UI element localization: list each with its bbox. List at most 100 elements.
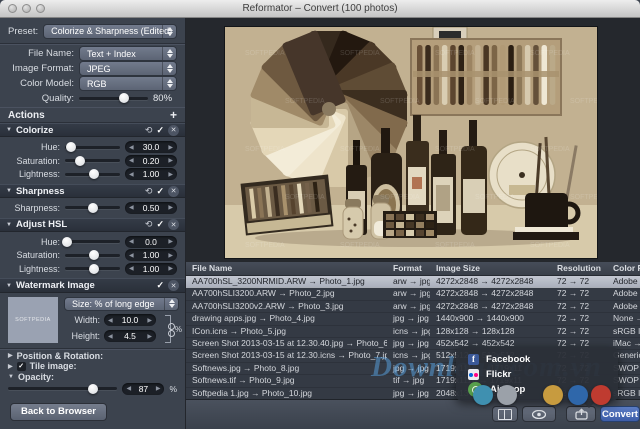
compare-view-button[interactable] [492, 406, 518, 422]
column-header[interactable]: Format [387, 262, 430, 275]
remove-icon[interactable]: ✕ [168, 280, 179, 291]
hsl-hue-stepper[interactable]: ◀0.0▶ [125, 236, 177, 248]
table-row[interactable]: drawing apps.jpg → Photo_4.jpgjpg → jpg1… [186, 313, 640, 325]
height-stepper[interactable]: ◀4.5▶ [104, 330, 156, 342]
reset-icon[interactable]: ⟲ [145, 187, 153, 196]
color-dot[interactable] [497, 385, 517, 405]
position-rotation-row[interactable]: ▶ Position & Rotation: [0, 351, 185, 361]
color-model-dropdown[interactable]: RGB [79, 76, 177, 91]
table-row[interactable]: AA700hSL_3200NRMID.ARW → Photo_1.jpgarw … [186, 276, 640, 288]
svg-text:SOFTPEDIA: SOFTPEDIA [340, 146, 380, 153]
hue-stepper[interactable]: ◀30.0▶ [125, 141, 177, 153]
disclosure-icon: ▶ [8, 363, 13, 370]
check-icon[interactable]: ✓ [156, 280, 164, 291]
table-cell: arw → jpg [387, 276, 430, 287]
table-cell: None → [607, 313, 640, 324]
opacity-unit: % [169, 384, 177, 394]
window-title: Reformator – Convert (100 photos) [242, 3, 397, 14]
image-format-dropdown[interactable]: JPEG [79, 61, 177, 76]
size-mode-dropdown[interactable]: Size: % of long edge [64, 297, 179, 311]
color-dot[interactable] [473, 385, 493, 405]
minimize-button[interactable] [22, 4, 31, 13]
hsl-hue-slider[interactable] [65, 240, 120, 243]
check-icon[interactable]: ✓ [156, 125, 164, 136]
color-dot[interactable] [591, 385, 611, 405]
table-row[interactable]: AA700hSLI3200v2.ARW → Photo_3.jpgarw → j… [186, 301, 640, 313]
table-cell: 72 → 72 [551, 313, 607, 324]
disclosure-icon[interactable]: ▼ [6, 283, 12, 289]
column-header[interactable]: Resolution [551, 262, 607, 275]
column-header[interactable]: File Name [186, 262, 387, 275]
file-table-header[interactable]: File NameFormatImage SizeResolutionColor… [186, 262, 640, 276]
share-item-flickr[interactable]: Flickr [468, 367, 618, 382]
svg-text:SOFTPEDIA: SOFTPEDIA [435, 50, 475, 57]
table-cell: sRGB IEC [607, 326, 640, 337]
tile-image-row[interactable]: ▶ ✓ Tile image: [0, 361, 185, 371]
share-button[interactable] [566, 406, 596, 422]
check-icon[interactable]: ✓ [156, 186, 164, 197]
lightness-slider[interactable] [65, 173, 120, 176]
dropdown-arrows-icon [164, 298, 178, 310]
quality-slider[interactable] [79, 97, 148, 100]
sharpness-stepper[interactable]: ◀0.50▶ [125, 202, 177, 214]
filename-dropdown[interactable]: Text + Index [79, 46, 177, 61]
color-dot[interactable] [568, 385, 588, 405]
color-model-label: Color Model: [8, 78, 74, 89]
column-header[interactable]: Color Pro [607, 262, 640, 275]
remove-icon[interactable]: ✕ [168, 125, 179, 136]
hue-slider[interactable] [65, 146, 120, 149]
table-cell: Adobe R [607, 276, 640, 287]
share-item-facebook[interactable]: fFacebook [468, 352, 618, 367]
table-cell: 4272x2848 → 4272x2848 [430, 288, 551, 299]
table-cell: Softnews.jpg → Photo_8.jpg [186, 363, 387, 374]
svg-text:SOFTPEDIA: SOFTPEDIA [245, 50, 285, 57]
hsl-saturation-slider[interactable] [65, 254, 120, 257]
paint-palette [383, 211, 437, 238]
reset-icon[interactable]: ⟲ [145, 220, 153, 229]
dropdown-arrows-icon [162, 25, 176, 38]
table-cell: 4272x2848 → 4272x2848 [430, 301, 551, 312]
dropdown-arrows-icon [162, 47, 176, 60]
facebook-icon: f [468, 354, 479, 365]
convert-button[interactable]: Convert [600, 406, 640, 422]
hsl-lightness-slider[interactable] [65, 267, 120, 270]
color-dot[interactable] [543, 385, 563, 405]
column-header[interactable]: Image Size [430, 262, 551, 275]
opacity-stepper[interactable]: ◀87▶ [122, 383, 164, 395]
remove-icon[interactable]: ✕ [168, 186, 179, 197]
table-cell: 72 → 72 [551, 326, 607, 337]
hsl-saturation-stepper[interactable]: ◀1.00▶ [125, 249, 177, 261]
width-stepper[interactable]: ◀10.0▶ [104, 314, 156, 326]
table-row[interactable]: AA700hSLI3200.ARW → Photo_2.jpgarw → jpg… [186, 288, 640, 300]
svg-text:SOFTPEDIA: SOFTPEDIA [380, 194, 420, 201]
disclosure-icon[interactable]: ▼ [6, 188, 12, 194]
preset-dropdown[interactable]: Colorize & Sharpness (Edited) [43, 24, 177, 39]
image-format-label: Image Format: [8, 63, 74, 74]
tile-checkbox[interactable]: ✓ [17, 362, 26, 371]
disclosure-icon[interactable]: ▼ [6, 127, 12, 133]
unit-label: % [175, 325, 182, 334]
disclosure-icon[interactable]: ▼ [6, 222, 12, 228]
flickr-icon [468, 369, 479, 380]
table-cell: AA700hSLI3200.ARW → Photo_2.jpg [186, 288, 387, 299]
saturation-stepper[interactable]: ◀0.20▶ [125, 155, 177, 167]
reset-icon[interactable]: ⟲ [145, 126, 153, 135]
table-row[interactable]: ICon.icns → Photo_5.jpgicns → jpg128x128… [186, 326, 640, 338]
sharpness-slider[interactable] [65, 206, 120, 209]
zoom-button[interactable] [36, 4, 45, 13]
close-button[interactable] [8, 4, 17, 13]
svg-text:SOFTPEDIA: SOFTPEDIA [245, 146, 285, 153]
back-to-browser-button[interactable]: Back to Browser [10, 403, 107, 421]
add-action-button[interactable]: + [170, 108, 177, 122]
hsl-lightness-stepper[interactable]: ◀1.00▶ [125, 263, 177, 275]
opacity-slider[interactable] [8, 387, 117, 390]
table-cell: Adobe R [607, 301, 640, 312]
saturation-slider[interactable] [65, 159, 120, 162]
colorize-hue-row: Hue: ◀30.0▶ [0, 140, 185, 154]
opacity-row[interactable]: ▼ Opacity: [0, 372, 185, 382]
lightness-stepper[interactable]: ◀1.00▶ [125, 168, 177, 180]
check-icon[interactable]: ✓ [156, 219, 164, 230]
watermark-thumbnail[interactable]: SOFTPEDIA [8, 297, 58, 343]
preview-button[interactable] [522, 406, 556, 422]
remove-icon[interactable]: ✕ [168, 219, 179, 230]
